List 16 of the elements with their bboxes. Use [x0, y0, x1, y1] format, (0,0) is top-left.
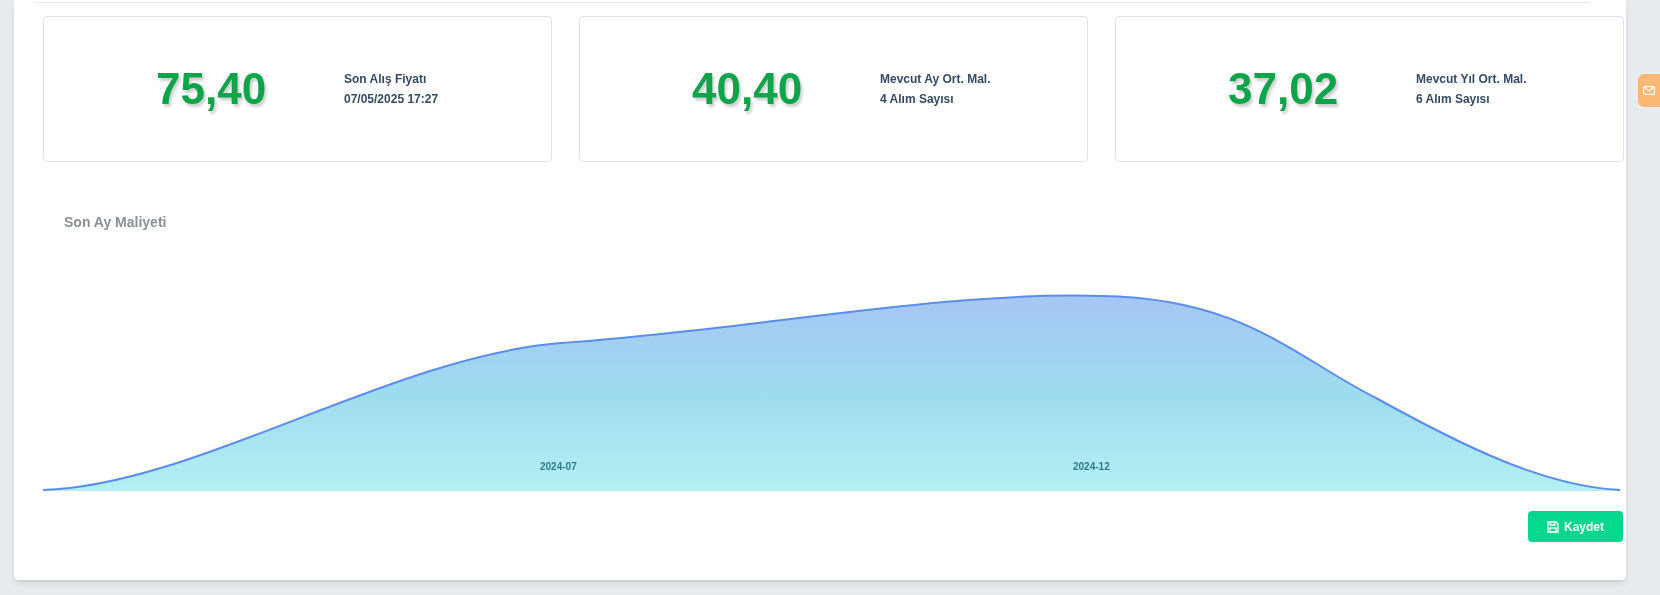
- stat-value: 75,40: [156, 63, 268, 115]
- chart-title: Son Ay Maliyeti: [64, 213, 167, 230]
- stat-label: 6 Alım Sayısı: [1416, 91, 1491, 108]
- mail-tab[interactable]: [1638, 74, 1660, 107]
- mail-icon: [1643, 86, 1655, 95]
- stat-label: Mevcut Yıl Ort. Mal.: [1416, 71, 1527, 88]
- stat-label: 07/05/2025 17:27: [344, 91, 439, 108]
- save-button[interactable]: Kaydet: [1528, 511, 1623, 542]
- x-axis-label: 2024-07: [540, 460, 577, 474]
- stat-value: 40,40: [692, 63, 804, 115]
- stat-label: Mevcut Ay Ort. Mal.: [880, 71, 991, 88]
- stat-value: 37,02: [1228, 63, 1340, 115]
- stat-label: 4 Alım Sayısı: [880, 91, 955, 108]
- save-icon: [1547, 520, 1559, 533]
- x-axis-label: 2024-12: [1073, 460, 1110, 474]
- stat-label: Son Alış Fiyatı: [344, 71, 428, 88]
